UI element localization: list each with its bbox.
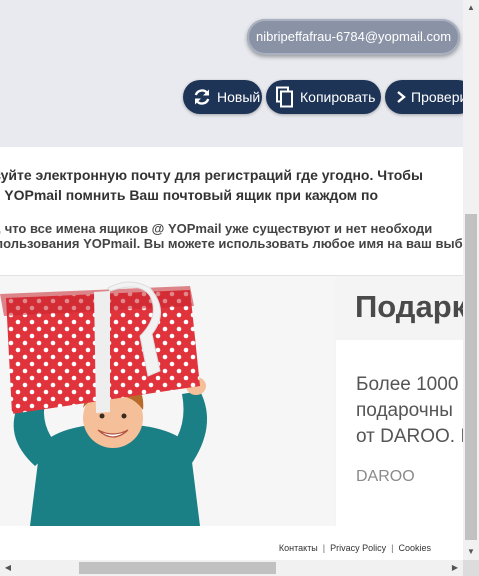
scroll-left-icon[interactable]: ◀ [0, 560, 16, 576]
copy-icon [274, 86, 296, 108]
ad-body-line: подарочны [356, 400, 453, 421]
ad-title: Подарк [355, 289, 463, 324]
footer-separator: | [391, 543, 394, 553]
vertical-scroll-thumb[interactable] [465, 214, 477, 540]
email-address-pill[interactable]: nibripeffafrau-6784@yopmail.com [247, 19, 460, 55]
footer-separator: | [322, 543, 326, 553]
scroll-down-icon[interactable]: ▼ [463, 544, 479, 560]
info-line-4: использования YOPmail. Вы можете использ… [0, 236, 463, 251]
footer-link-cookies[interactable]: Cookies [398, 543, 431, 553]
footer-link-contacts[interactable]: Контакты [279, 543, 318, 553]
advertisement-banner[interactable]: Подарк Более 1000 подарочны от DAROO. I … [0, 276, 463, 526]
horizontal-scroll-thumb[interactable] [79, 562, 276, 574]
info-line-1: Используйте электронную почту для регист… [0, 167, 423, 183]
footer-link-privacy-policy[interactable]: Privacy Policy [330, 543, 386, 553]
vertical-scrollbar[interactable]: ▲ ▼ [463, 0, 479, 560]
ad-text-card: Более 1000 подарочны от DAROO. I DAROO [336, 340, 463, 526]
ad-brand: DAROO [356, 468, 415, 485]
check-inbox-button[interactable]: Проверить [385, 80, 475, 114]
scrollbar-corner [463, 560, 479, 576]
header-band: nibripeffafrau-6784@yopmail.com Новый Ко… [0, 0, 475, 147]
refresh-icon [191, 86, 213, 108]
new-mailbox-button[interactable]: Новый [183, 80, 262, 114]
info-line-2: позволить YOPmail помнить Ваш почтовый я… [0, 187, 379, 203]
footer-links: Контакты | Privacy Policy | Cookies [279, 543, 431, 553]
info-line-3: Обратите внимание, что все имена ящиков … [0, 221, 433, 236]
ad-body-text: Более 1000 подарочны от DAROO. I [356, 372, 463, 450]
chevron-right-icon [395, 86, 407, 108]
ad-body-line: Более 1000 [356, 374, 459, 395]
scroll-up-icon[interactable]: ▲ [463, 0, 479, 16]
horizontal-scrollbar[interactable]: ◀ ▶ [0, 560, 463, 576]
scroll-right-icon[interactable]: ▶ [447, 560, 463, 576]
ad-body-line: от DAROO. I [356, 426, 463, 447]
copy-button[interactable]: Копировать [266, 80, 381, 114]
copy-button-label: Копировать [300, 89, 376, 105]
info-text-block: Используйте электронную почту для регист… [0, 147, 463, 275]
new-button-label: Новый [217, 89, 261, 105]
ad-photo-child-with-gift [0, 276, 335, 526]
footer: Контакты | Privacy Policy | Cookies [0, 526, 463, 560]
